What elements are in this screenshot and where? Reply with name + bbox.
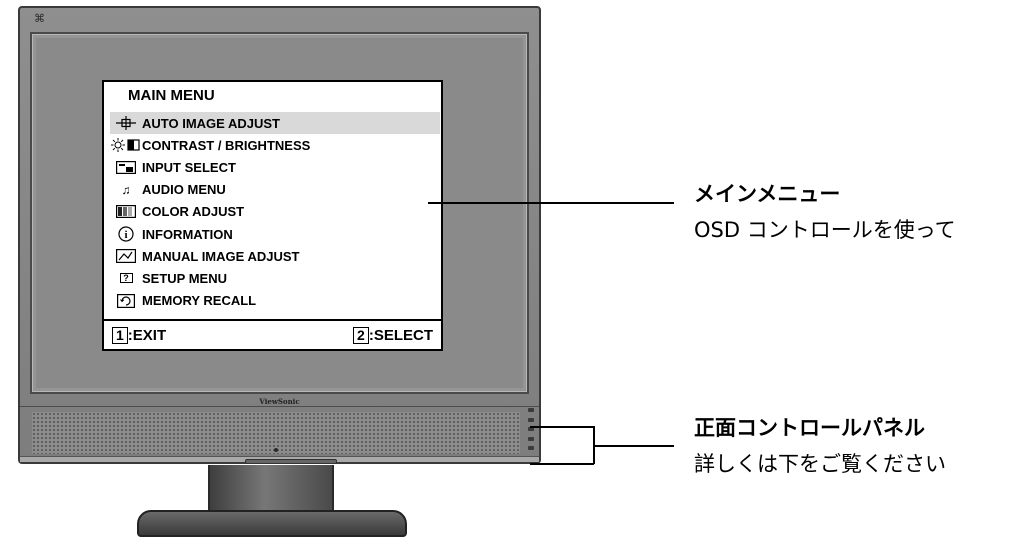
osd-item-label: AUDIO MENU xyxy=(142,182,226,198)
main-menu-callout-line xyxy=(428,202,674,204)
osd-title: MAIN MENU xyxy=(128,87,215,104)
control-button[interactable] xyxy=(528,417,534,422)
svg-text:i: i xyxy=(124,229,127,241)
info-icon: i xyxy=(110,226,142,242)
osd-item-contrast-brightness[interactable]: CONTRAST / BRIGHTNESS xyxy=(110,134,440,156)
osd-menu-list: AUTO IMAGE ADJUST CONTRAST / BRIGHTNESS … xyxy=(110,112,440,312)
osd-item-manual-image-adjust[interactable]: MANUAL IMAGE ADJUST xyxy=(110,245,440,267)
exit-label: :EXIT xyxy=(127,326,167,344)
brand-name: ViewSonic xyxy=(259,397,300,406)
music-note-icon: ♫ xyxy=(121,182,131,197)
input-select-icon xyxy=(110,160,142,174)
color-bars-icon xyxy=(110,205,142,219)
osd-item-label: CONTRAST / BRIGHTNESS xyxy=(142,137,311,153)
exit-key: 1 xyxy=(112,326,128,344)
main-menu-description: OSD コントロールを使って xyxy=(694,218,956,242)
osd-item-auto-image-adjust[interactable]: AUTO IMAGE ADJUST xyxy=(110,112,440,135)
control-button[interactable] xyxy=(528,427,534,432)
front-control-buttons xyxy=(528,408,536,460)
sun-contrast-icon xyxy=(110,138,142,153)
osd-item-color-adjust[interactable]: COLOR ADJUST xyxy=(110,201,440,223)
osd-item-information[interactable]: i INFORMATION xyxy=(110,223,440,245)
osd-item-label: AUTO IMAGE ADJUST xyxy=(142,115,280,131)
question-icon: ? xyxy=(110,273,142,284)
osd-item-memory-recall[interactable]: MEMORY RECALL xyxy=(110,290,440,312)
osd-main-menu: MAIN MENU AUTO IMAGE ADJUST CONTRAST / B… xyxy=(102,80,443,351)
select-label: :SELECT xyxy=(368,326,433,344)
main-menu-heading: メインメニュー xyxy=(694,182,841,206)
osd-item-label: MEMORY RECALL xyxy=(142,293,257,309)
bezel-divider xyxy=(20,406,539,407)
stand-notch xyxy=(245,459,337,464)
memory-recall-icon xyxy=(110,293,142,308)
osd-item-label: INPUT SELECT xyxy=(142,159,236,175)
panel-bracket-bottom xyxy=(530,463,594,465)
front-panel-callout-line xyxy=(594,445,674,447)
osd-item-audio-menu[interactable]: ♫ AUDIO MENU xyxy=(110,179,440,201)
front-panel-heading: 正面コントロールパネル xyxy=(694,416,925,440)
osd-item-label: MANUAL IMAGE ADJUST xyxy=(142,248,300,264)
control-button[interactable] xyxy=(528,436,534,441)
osd-item-label: COLOR ADJUST xyxy=(142,204,245,220)
stand-base xyxy=(137,510,407,537)
panel-bracket-top xyxy=(530,426,594,428)
manual-image-icon xyxy=(110,249,142,264)
osd-footer: 1:EXIT 2:SELECT xyxy=(104,319,441,349)
select-key: 2 xyxy=(353,326,369,344)
main-menu-callout: メインメニュー OSD コントロールを使って xyxy=(694,178,956,244)
power-led-icon xyxy=(274,448,278,452)
exit-control[interactable]: 1:EXIT xyxy=(112,326,167,344)
select-control[interactable]: 2:SELECT xyxy=(353,326,433,344)
control-button[interactable] xyxy=(528,408,534,412)
osd-item-label: SETUP MENU xyxy=(142,270,227,286)
front-panel-callout: 正面コントロールパネル 詳しくは下をご覧ください xyxy=(694,412,946,478)
control-button[interactable] xyxy=(528,446,534,451)
front-panel-description: 詳しくは下をご覧ください xyxy=(694,452,946,476)
crosshair-icon xyxy=(110,116,142,131)
brand-logo-mark: ⌘ xyxy=(34,12,45,25)
osd-item-label: INFORMATION xyxy=(142,226,233,242)
osd-item-setup-menu[interactable]: ? SETUP MENU xyxy=(110,267,440,289)
osd-item-input-select[interactable]: INPUT SELECT xyxy=(110,156,440,178)
